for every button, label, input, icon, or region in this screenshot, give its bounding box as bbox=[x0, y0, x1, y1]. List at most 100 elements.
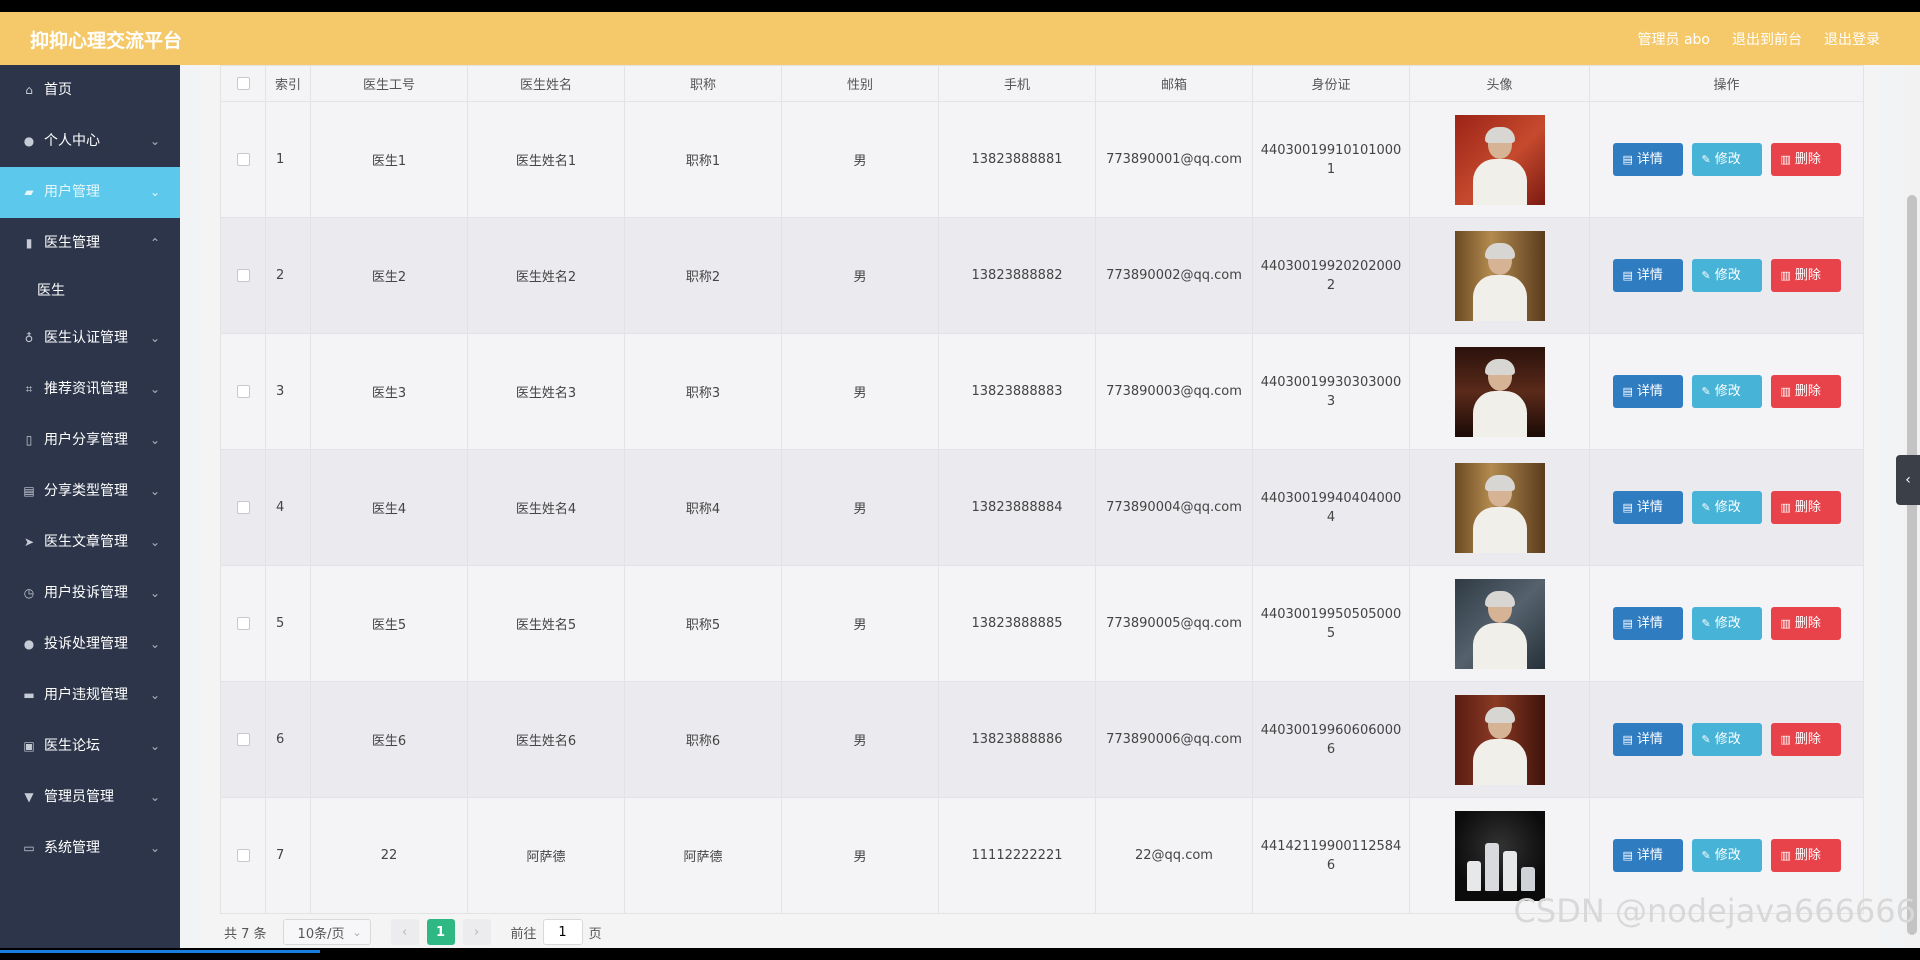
edit-button[interactable]: ✎ 修改 bbox=[1691, 143, 1762, 176]
detail-button[interactable]: ▤ 详情 bbox=[1612, 375, 1683, 408]
row-title: 职称6 bbox=[624, 681, 782, 798]
delete-button[interactable]: ▥ 删除 bbox=[1770, 143, 1841, 176]
doctor-avatar-image[interactable] bbox=[1454, 578, 1545, 669]
sidebar-item-personal-center[interactable]: ● 个人中心 ⌄ bbox=[0, 116, 180, 167]
delete-button[interactable]: ▥ 删除 bbox=[1770, 723, 1841, 756]
header-doctor-number[interactable]: 医生工号 bbox=[310, 65, 468, 102]
select-all-checkbox[interactable] bbox=[236, 77, 250, 90]
header-index[interactable]: 索引 bbox=[265, 65, 311, 102]
row-avatar-cell bbox=[1409, 565, 1590, 682]
chevron-down-icon: ⌄ bbox=[149, 185, 160, 199]
detail-button[interactable]: ▤ 详情 bbox=[1612, 723, 1683, 756]
doctor-avatar-image[interactable] bbox=[1454, 114, 1545, 205]
chevron-down-icon: ⌄ bbox=[149, 331, 160, 345]
row-checkbox[interactable] bbox=[236, 849, 250, 862]
row-doctor-number: 22 bbox=[310, 797, 468, 914]
detail-button[interactable]: ▤ 详情 bbox=[1612, 143, 1683, 176]
header-id-card[interactable]: 身份证 bbox=[1252, 65, 1410, 102]
row-avatar-cell bbox=[1409, 217, 1590, 334]
row-checkbox[interactable] bbox=[236, 385, 250, 398]
next-page-button[interactable]: › bbox=[462, 919, 491, 945]
doctor-avatar-image[interactable] bbox=[1454, 462, 1545, 553]
sidebar-item-doctor-certification[interactable]: ♁ 医生认证管理 ⌄ bbox=[0, 313, 180, 364]
logout-link[interactable]: 退出登录 bbox=[1824, 29, 1880, 49]
sidebar-item-complaint-handling[interactable]: ● 投诉处理管理 ⌄ bbox=[0, 619, 180, 670]
edit-button[interactable]: ✎ 修改 bbox=[1691, 839, 1762, 872]
row-select-cell[interactable] bbox=[220, 565, 266, 682]
row-gender: 男 bbox=[781, 449, 939, 566]
doctor-avatar-image[interactable] bbox=[1454, 346, 1545, 437]
sidebar-item-user-violations[interactable]: ▬ 用户违规管理 ⌄ bbox=[0, 670, 180, 721]
row-checkbox[interactable] bbox=[236, 617, 250, 630]
row-checkbox[interactable] bbox=[236, 153, 250, 166]
doctor-avatar-image[interactable] bbox=[1454, 230, 1545, 321]
row-phone: 13823888881 bbox=[938, 101, 1096, 218]
edit-button[interactable]: ✎ 修改 bbox=[1691, 491, 1762, 524]
header-doctor-name[interactable]: 医生姓名 bbox=[467, 65, 625, 102]
product-avatar-image[interactable] bbox=[1454, 810, 1545, 901]
header-select-all[interactable] bbox=[220, 65, 266, 102]
page-size-select[interactable]: 10条/页 ⌄ bbox=[282, 919, 371, 945]
row-avatar-cell bbox=[1409, 333, 1590, 450]
row-select-cell[interactable] bbox=[220, 797, 266, 914]
prev-page-button[interactable]: ‹ bbox=[390, 919, 419, 945]
row-select-cell[interactable] bbox=[220, 333, 266, 450]
row-select-cell[interactable] bbox=[220, 217, 266, 334]
edit-button[interactable]: ✎ 修改 bbox=[1691, 723, 1762, 756]
row-checkbox[interactable] bbox=[236, 501, 250, 514]
sidebar-item-label: 医生论坛 bbox=[44, 738, 100, 754]
sidebar-item-user-management[interactable]: ▰ 用户管理 ⌄ bbox=[0, 167, 180, 218]
detail-button[interactable]: ▤ 详情 bbox=[1612, 607, 1683, 640]
sidebar-item-user-share[interactable]: ▯ 用户分享管理 ⌄ bbox=[0, 415, 180, 466]
edit-button[interactable]: ✎ 修改 bbox=[1691, 607, 1762, 640]
edit-button[interactable]: ✎ 修改 bbox=[1691, 375, 1762, 408]
sidebar-item-label: 推荐资讯管理 bbox=[44, 381, 128, 397]
header-email[interactable]: 邮箱 bbox=[1095, 65, 1253, 102]
row-avatar-cell bbox=[1409, 449, 1590, 566]
detail-button[interactable]: ▤ 详情 bbox=[1612, 491, 1683, 524]
sidebar-subitem-doctor[interactable]: 医生 bbox=[0, 269, 180, 313]
row-checkbox[interactable] bbox=[236, 733, 250, 746]
sidebar-item-user-complaints[interactable]: ◷ 用户投诉管理 ⌄ bbox=[0, 568, 180, 619]
row-checkbox[interactable] bbox=[236, 269, 250, 282]
delete-button[interactable]: ▥ 删除 bbox=[1770, 259, 1841, 292]
row-doctor-name: 医生姓名2 bbox=[467, 217, 625, 334]
side-panel-toggle[interactable]: ‹ bbox=[1896, 455, 1920, 505]
home-icon: ⌂ bbox=[25, 83, 33, 97]
header-title[interactable]: 职称 bbox=[624, 65, 782, 102]
sidebar-item-share-type[interactable]: ▤ 分享类型管理 ⌄ bbox=[0, 466, 180, 517]
row-select-cell[interactable] bbox=[220, 449, 266, 566]
detail-button[interactable]: ▤ 详情 bbox=[1612, 259, 1683, 292]
delete-button[interactable]: ▥ 删除 bbox=[1770, 491, 1841, 524]
document-icon: ▤ bbox=[1622, 617, 1633, 630]
sidebar-item-doctor-management[interactable]: ▮ 医生管理 ⌃ bbox=[0, 218, 180, 269]
page-number-current[interactable]: 1 bbox=[426, 919, 455, 945]
delete-button[interactable]: ▥ 删除 bbox=[1770, 375, 1841, 408]
detail-button[interactable]: ▤ 详情 bbox=[1612, 839, 1683, 872]
sidebar-item-home[interactable]: ⌂ 首页 bbox=[0, 65, 180, 116]
doctor-avatar-image[interactable] bbox=[1454, 694, 1545, 785]
vertical-scrollbar[interactable] bbox=[1904, 65, 1920, 948]
row-gender: 男 bbox=[781, 101, 939, 218]
sidebar-item-recommended-news[interactable]: ⌗ 推荐资讯管理 ⌄ bbox=[0, 364, 180, 415]
pencil-icon: ✎ bbox=[1701, 501, 1711, 514]
scrollbar-thumb[interactable] bbox=[1907, 195, 1917, 935]
sidebar-item-admin-management[interactable]: ▼ 管理员管理 ⌄ bbox=[0, 772, 180, 823]
row-select-cell[interactable] bbox=[220, 101, 266, 218]
header-phone[interactable]: 手机 bbox=[938, 65, 1096, 102]
trash-icon: ▥ bbox=[1780, 617, 1791, 630]
delete-button[interactable]: ▥ 删除 bbox=[1770, 839, 1841, 872]
page-unit-label: 页 bbox=[588, 926, 602, 942]
delete-button[interactable]: ▥ 删除 bbox=[1770, 607, 1841, 640]
goto-page-input[interactable] bbox=[542, 919, 583, 945]
back-to-front-link[interactable]: 退出到前台 bbox=[1732, 29, 1802, 49]
admin-user-label[interactable]: 管理员 abo bbox=[1638, 29, 1710, 49]
row-select-cell[interactable] bbox=[220, 681, 266, 798]
sidebar-item-system-management[interactable]: ▭ 系统管理 ⌄ bbox=[0, 823, 180, 874]
row-email: 773890002@qq.com bbox=[1095, 217, 1253, 334]
sidebar-item-doctor-articles[interactable]: ➤ 医生文章管理 ⌄ bbox=[0, 517, 180, 568]
sidebar-item-doctor-forum[interactable]: ▣ 医生论坛 ⌄ bbox=[0, 721, 180, 772]
edit-button[interactable]: ✎ 修改 bbox=[1691, 259, 1762, 292]
document-icon: ▤ bbox=[1622, 849, 1633, 862]
header-gender[interactable]: 性别 bbox=[781, 65, 939, 102]
